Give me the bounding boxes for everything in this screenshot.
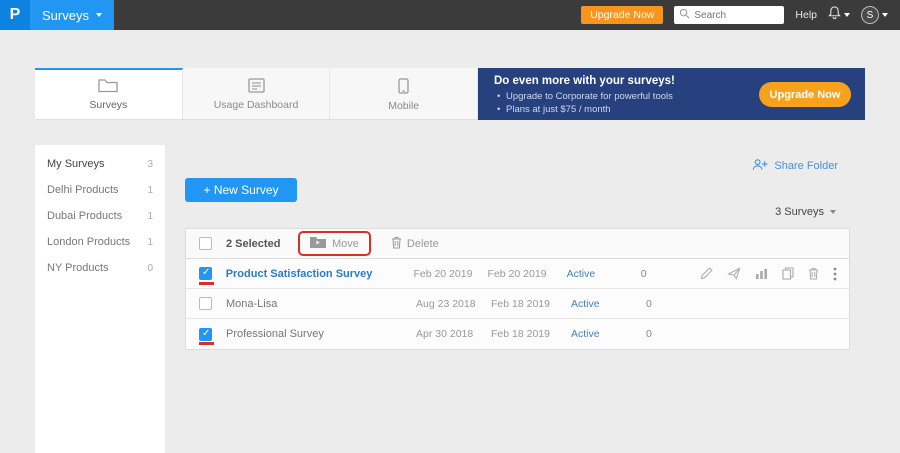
more-options-icon[interactable] <box>833 267 837 281</box>
tab-surveys-label: Surveys <box>89 99 127 111</box>
responses-count: 0 <box>646 328 706 340</box>
app-logo[interactable]: P <box>0 0 30 30</box>
account-menu[interactable]: S <box>861 6 888 24</box>
chevron-down-icon <box>830 210 836 214</box>
tabs-card: Surveys Usage Dashboard Mobile <box>35 68 478 120</box>
status-label: Active <box>567 268 641 280</box>
created-date: Feb 20 2019 <box>413 268 487 280</box>
sidebar-item-delhi-products[interactable]: Delhi Products 1 <box>35 177 165 203</box>
top-bar: P Surveys Upgrade Now Help S <box>0 0 900 30</box>
copy-icon[interactable] <box>782 267 794 280</box>
person-plus-icon <box>752 158 768 174</box>
promo-upgrade-button[interactable]: Upgrade Now <box>759 82 851 107</box>
sidebar-item-count: 1 <box>147 211 153 222</box>
upgrade-now-button[interactable]: Upgrade Now <box>581 6 663 24</box>
select-all-checkbox[interactable] <box>199 237 212 250</box>
created-date: Aug 23 2018 <box>416 298 491 310</box>
avatar: S <box>861 6 879 24</box>
tab-mobile-label: Mobile <box>388 100 419 112</box>
surveys-menu-label: Surveys <box>42 8 89 23</box>
sidebar-item-count: 1 <box>147 237 153 248</box>
modified-date: Feb 18 2019 <box>491 328 571 340</box>
annotation-underline <box>199 342 214 345</box>
sidebar-item-label: Dubai Products <box>47 210 122 222</box>
send-icon[interactable] <box>727 267 741 280</box>
sidebar-item-my-surveys[interactable]: My Surveys 3 <box>35 151 165 177</box>
survey-name-link[interactable]: Professional Survey <box>226 328 416 340</box>
notifications-menu[interactable] <box>828 5 850 25</box>
move-folder-icon <box>310 236 326 251</box>
search-input[interactable] <box>694 10 776 21</box>
sidebar-item-label: Delhi Products <box>47 184 119 196</box>
move-button-label: Move <box>332 238 359 250</box>
delete-button-label: Delete <box>407 238 439 250</box>
search-icon <box>679 6 690 24</box>
surveys-table: 2 Selected Move Delete Product Satisfact… <box>185 228 850 350</box>
stats-icon[interactable] <box>755 268 768 280</box>
tab-surveys[interactable]: Surveys <box>35 68 183 119</box>
sidebar-item-label: London Products <box>47 236 130 248</box>
survey-count-label: 3 Surveys <box>775 206 824 218</box>
row-checkbox[interactable] <box>199 328 212 341</box>
select-all-cell <box>186 229 226 258</box>
responses-count: 0 <box>641 268 700 280</box>
created-date: Apr 30 2018 <box>416 328 491 340</box>
row-check-cell <box>186 319 226 349</box>
app-logo-letter: P <box>10 6 21 24</box>
annotation-underline <box>199 282 214 285</box>
sidebar-item-count: 3 <box>147 159 153 170</box>
row-check-cell <box>186 259 226 288</box>
tab-mobile[interactable]: Mobile <box>330 68 478 119</box>
share-folder-label: Share Folder <box>774 160 838 172</box>
topbar-right: Upgrade Now Help S <box>581 5 900 25</box>
table-row: Mona-Lisa Aug 23 2018 Feb 18 2019 Active… <box>186 289 849 319</box>
trash-icon[interactable] <box>808 267 819 280</box>
annotation-box: Move <box>298 231 371 256</box>
responses-count: 0 <box>646 298 706 310</box>
chevron-down-icon <box>96 13 102 17</box>
survey-name-link[interactable]: Mona-Lisa <box>226 298 416 310</box>
modified-date: Feb 20 2019 <box>488 268 567 280</box>
table-row: Professional Survey Apr 30 2018 Feb 18 2… <box>186 319 849 349</box>
status-label: Active <box>571 328 646 340</box>
chevron-down-icon <box>882 13 888 17</box>
promo-banner: Do even more with your surveys! Upgrade … <box>478 68 865 120</box>
bell-icon <box>828 5 841 25</box>
sidebar-item-count: 1 <box>147 185 153 196</box>
modified-date: Feb 18 2019 <box>491 298 571 310</box>
row-checkbox[interactable] <box>199 297 212 310</box>
delete-button[interactable]: Delete <box>391 236 439 252</box>
row-actions <box>700 267 849 281</box>
selected-count-label: 2 Selected <box>226 238 288 250</box>
chevron-down-icon <box>844 13 850 17</box>
share-folder-button[interactable]: Share Folder <box>752 158 838 174</box>
surveys-menu[interactable]: Surveys <box>30 0 114 30</box>
move-button[interactable]: Move <box>310 236 359 251</box>
folder-icon <box>98 78 118 96</box>
search-box[interactable] <box>674 6 784 24</box>
edit-icon[interactable] <box>700 267 713 280</box>
sidebar-item-label: NY Products <box>47 262 109 274</box>
sidebar-item-london-products[interactable]: London Products 1 <box>35 229 165 255</box>
sidebar-item-dubai-products[interactable]: Dubai Products 1 <box>35 203 165 229</box>
folders-sidebar: My Surveys 3 Delhi Products 1 Dubai Prod… <box>35 145 165 453</box>
new-survey-button[interactable]: + New Survey <box>185 178 297 202</box>
table-row: Product Satisfaction Survey Feb 20 2019 … <box>186 259 849 289</box>
trash-icon <box>391 236 402 252</box>
tab-usage-dashboard-label: Usage Dashboard <box>214 99 299 111</box>
tab-usage-dashboard[interactable]: Usage Dashboard <box>183 68 331 119</box>
status-label: Active <box>571 298 646 310</box>
dashboard-icon <box>248 78 265 96</box>
selection-bar: 2 Selected Move Delete <box>186 229 849 259</box>
row-check-cell <box>186 289 226 318</box>
help-link[interactable]: Help <box>795 9 817 21</box>
row-checkbox[interactable] <box>199 267 212 280</box>
survey-name-link[interactable]: Product Satisfaction Survey <box>226 268 414 280</box>
sidebar-item-ny-products[interactable]: NY Products 0 <box>35 255 165 281</box>
mobile-icon <box>398 78 409 97</box>
sidebar-item-label: My Surveys <box>47 158 104 170</box>
sidebar-item-count: 0 <box>147 263 153 274</box>
survey-count-dropdown[interactable]: 3 Surveys <box>775 206 836 218</box>
